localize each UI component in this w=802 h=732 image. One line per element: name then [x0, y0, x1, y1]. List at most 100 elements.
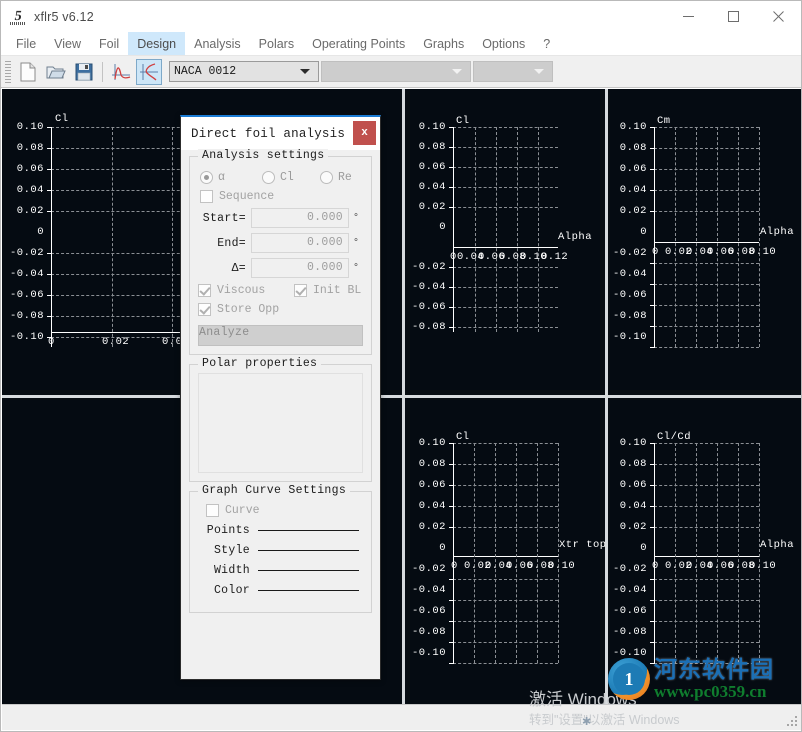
- menu-item-design[interactable]: Design: [128, 32, 186, 55]
- checkbox-curve[interactable]: Curve: [206, 504, 363, 517]
- width-preview[interactable]: [258, 570, 359, 571]
- graph-panel-cm-alpha[interactable]: 0.10 0.08 0.06 0.04 0.02 0 -0.02 -0.04 -…: [608, 89, 801, 395]
- checkbox-curve-label: Curve: [225, 504, 260, 517]
- y-tick-label: -0.02: [411, 563, 446, 575]
- graph-workspace: 0.10 0.08 0.06 0.04 0.02 0 -0.02 -0.04 -…: [2, 89, 801, 705]
- analyze-button[interactable]: Analyze: [198, 325, 363, 346]
- x-tick-label: 0.10: [749, 246, 777, 258]
- y-tick-label: 0.04: [418, 181, 446, 193]
- menu-item-file[interactable]: File: [7, 32, 45, 55]
- style-label: Style: [213, 544, 250, 557]
- y-tick-label: -0.02: [612, 247, 647, 259]
- width-row: Width: [198, 564, 363, 577]
- y-tick-label: 0.08: [16, 142, 44, 154]
- menu-bar: File View Foil Design Analysis Polars Op…: [1, 32, 801, 56]
- y-tick-label: 0: [37, 226, 44, 238]
- chevron-down-icon: [452, 69, 462, 74]
- graph-panel-cl-alpha[interactable]: 0.10 0.08 0.06 0.04 0.02 0 -0.02 -0.04 -…: [405, 89, 605, 395]
- points-preview[interactable]: [258, 530, 359, 531]
- polar-selector-combo[interactable]: [321, 61, 471, 82]
- opp-selector-combo[interactable]: [473, 61, 553, 82]
- x-tick-label: 0: [451, 560, 458, 572]
- opp-curve-icon[interactable]: [108, 59, 134, 85]
- minimize-icon[interactable]: [666, 1, 711, 32]
- start-unit: °: [352, 212, 359, 224]
- start-input[interactable]: 0.000: [251, 208, 349, 228]
- menu-item-foil[interactable]: Foil: [90, 32, 128, 55]
- radio-re[interactable]: Re: [320, 171, 352, 184]
- style-preview[interactable]: [258, 550, 359, 551]
- color-preview[interactable]: [258, 590, 359, 591]
- checkbox-sequence-label: Sequence: [219, 190, 275, 203]
- end-input[interactable]: 0.000: [251, 233, 349, 253]
- graph-panel-cl-xtr-top[interactable]: 0.10 0.08 0.06 0.04 0.02 0 -0.02 -0.04 -…: [405, 398, 605, 704]
- status-bar: [2, 704, 801, 730]
- menu-item-polars[interactable]: Polars: [250, 32, 303, 55]
- menu-item-view[interactable]: View: [45, 32, 90, 55]
- graph-panel-clcd-alpha[interactable]: 0.10 0.08 0.06 0.04 0.02 0 -0.02 -0.04 -…: [608, 398, 801, 704]
- dialog-close-button[interactable]: x: [353, 121, 376, 145]
- checkbox-init-bl[interactable]: Init BL: [294, 284, 361, 297]
- dialog-title-bar[interactable]: Direct foil analysis x: [181, 117, 380, 150]
- y-tick-label: 0.02: [619, 521, 647, 533]
- y-tick-label: -0.06: [411, 301, 446, 313]
- new-file-icon[interactable]: [15, 59, 41, 85]
- y-tick-label: 0.06: [418, 161, 446, 173]
- y-tick-label: 0: [640, 542, 647, 554]
- y-tick-label: 0.06: [16, 163, 44, 175]
- delta-label: Δ=: [231, 261, 246, 275]
- radio-cl-label: Cl: [280, 171, 294, 184]
- x-axis-title: Alpha: [558, 231, 593, 243]
- checkbox-store-opp[interactable]: Store Opp: [198, 303, 279, 316]
- y-tick-label: -0.08: [411, 626, 446, 638]
- checkbox-sequence[interactable]: Sequence: [200, 190, 363, 203]
- points-label: Points: [206, 524, 250, 537]
- y-tick-label: 0.10: [418, 437, 446, 449]
- close-icon[interactable]: [756, 1, 801, 32]
- radio-cl[interactable]: Cl: [262, 171, 320, 184]
- xflr5-app-icon: 5: [10, 9, 26, 25]
- graph-curve-settings-legend: Graph Curve Settings: [198, 484, 351, 497]
- analysis-settings-group: Analysis settings α Cl Re Sequence Start…: [189, 149, 372, 355]
- x-tick-label: 0: [652, 560, 659, 572]
- checkbox-indicator-icon: [200, 190, 213, 203]
- polar-properties-group: Polar properties: [189, 357, 372, 482]
- foil-curve-icon[interactable]: [136, 58, 162, 85]
- y-tick-label: -0.04: [612, 268, 647, 280]
- open-folder-icon[interactable]: [43, 59, 69, 85]
- menu-item-options[interactable]: Options: [473, 32, 534, 55]
- checkbox-init-bl-label: Init BL: [313, 284, 362, 297]
- polar-properties-legend: Polar properties: [198, 357, 322, 370]
- analysis-options-row-2: Store Opp: [198, 303, 363, 316]
- foil-selector-combo[interactable]: NACA 0012: [169, 61, 319, 82]
- radio-indicator-icon: [200, 171, 213, 184]
- delta-input[interactable]: 0.000: [251, 258, 349, 278]
- y-tick-label: 0.04: [16, 184, 44, 196]
- y-tick-label: -0.02: [9, 247, 44, 259]
- toolbar-grip[interactable]: [5, 60, 11, 83]
- window-controls: [666, 1, 801, 32]
- y-tick-label: -0.06: [612, 289, 647, 301]
- menu-item-help[interactable]: ?: [534, 32, 559, 55]
- radio-alpha[interactable]: α: [200, 171, 262, 184]
- checkbox-viscous[interactable]: Viscous: [198, 284, 280, 297]
- xflr5-window: 5 xflr5 v6.12 File View Foil Design Anal…: [0, 0, 802, 732]
- y-tick-label: 0: [439, 542, 446, 554]
- direct-foil-analysis-dialog: Direct foil analysis x Analysis settings…: [180, 115, 381, 680]
- menu-item-analysis[interactable]: Analysis: [185, 32, 250, 55]
- y-tick-label: 0.04: [619, 500, 647, 512]
- menu-item-graphs[interactable]: Graphs: [414, 32, 473, 55]
- radio-indicator-icon: [320, 171, 333, 184]
- field-row-delta: Δ= 0.000 °: [198, 258, 363, 278]
- save-icon[interactable]: [71, 59, 97, 85]
- y-axis-title: Cl: [456, 431, 470, 443]
- analysis-settings-legend: Analysis settings: [198, 149, 329, 162]
- y-tick-label: 0: [640, 226, 647, 238]
- menu-item-operating-points[interactable]: Operating Points: [303, 32, 414, 55]
- resize-grip[interactable]: [786, 715, 798, 727]
- y-tick-label: -0.08: [612, 626, 647, 638]
- y-axis-title: Cm: [657, 115, 671, 127]
- maximize-icon[interactable]: [711, 1, 756, 32]
- points-row: Points: [198, 524, 363, 537]
- foil-selector-value: NACA 0012: [174, 65, 237, 78]
